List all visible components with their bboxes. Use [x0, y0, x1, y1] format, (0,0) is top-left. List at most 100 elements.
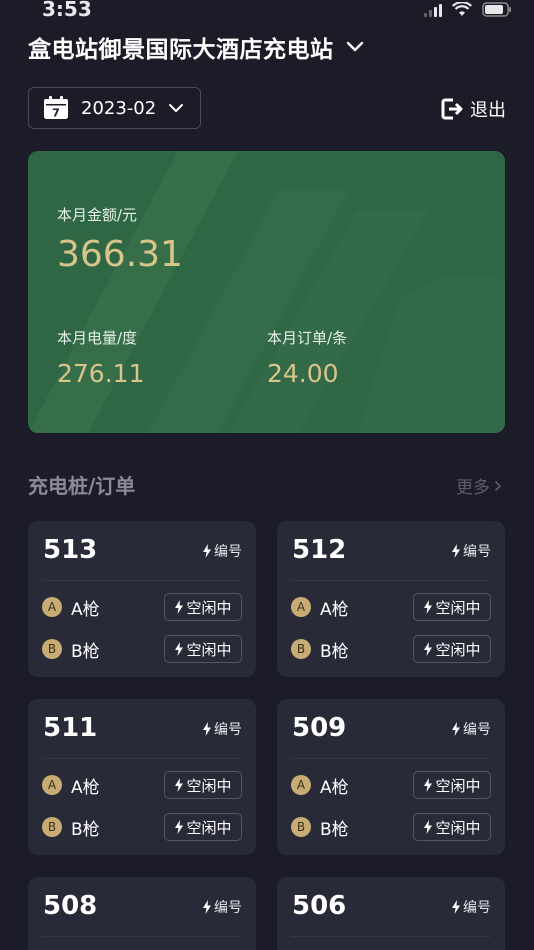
card-background-decoration [28, 151, 505, 433]
pile-card[interactable]: 513 编号 A A枪 空闲中 B B枪 空闲中 [28, 521, 256, 677]
pile-code-tag[interactable]: 编号 [202, 541, 242, 561]
divider [42, 758, 242, 759]
divider [291, 580, 491, 581]
gun-row[interactable]: A A枪 空闲中 [291, 592, 491, 622]
gun-status-badge: 空闲中 [413, 635, 491, 663]
station-selector[interactable]: 盒电站御景国际大酒店充电站 [28, 30, 364, 64]
code-label: 编号 [463, 900, 491, 916]
pile-card[interactable]: 511 编号 A A枪 空闲中 B B枪 空闲中 [28, 699, 256, 855]
chevron-down-icon [346, 41, 363, 52]
logout-icon [441, 98, 463, 120]
month-picker[interactable]: 7 2023-02 [28, 87, 201, 129]
cellular-signal-icon [424, 3, 442, 17]
gun-name: A枪 [71, 599, 100, 620]
chevron-right-icon [494, 480, 502, 491]
gun-badge: B [42, 639, 62, 659]
gun-status-badge: 空闲中 [164, 813, 242, 841]
lightning-icon [452, 722, 460, 736]
lightning-icon [424, 778, 433, 792]
gun-status-text: 空闲中 [186, 776, 232, 795]
gun-status-text: 空闲中 [435, 776, 481, 795]
monthly-amount-label: 本月金额/元 [57, 206, 138, 224]
gun-name: B枪 [71, 641, 100, 662]
gun-badge: A [42, 775, 62, 795]
wifi-icon [452, 2, 472, 16]
pile-code-tag[interactable]: 编号 [451, 541, 491, 561]
gun-status-badge: 空闲中 [413, 771, 491, 799]
lightning-icon [203, 544, 211, 558]
divider [42, 580, 242, 581]
gun-name: A枪 [71, 777, 100, 798]
gun-status-badge: 空闲中 [164, 593, 242, 621]
pile-id: 509 [292, 713, 347, 743]
pile-card[interactable]: 508 编号 [28, 877, 256, 950]
gun-name: B枪 [320, 819, 349, 840]
pile-card[interactable]: 512 编号 A A枪 空闲中 B B枪 空闲中 [277, 521, 505, 677]
lightning-icon [175, 600, 184, 614]
gun-row[interactable]: A A枪 空闲中 [291, 770, 491, 800]
pile-id: 511 [43, 713, 98, 743]
section-title: 充电桩/订单 [28, 474, 136, 498]
month-value: 2023-02 [81, 97, 157, 119]
gun-badge: B [291, 817, 311, 837]
divider [291, 758, 491, 759]
monthly-orders-label: 本月订单/条 [267, 329, 348, 347]
pile-code-tag[interactable]: 编号 [202, 719, 242, 739]
pile-code-tag[interactable]: 编号 [202, 897, 242, 917]
status-bar: 3:53 [0, 0, 534, 22]
pile-card[interactable]: 509 编号 A A枪 空闲中 B B枪 空闲中 [277, 699, 505, 855]
calendar-day: 7 [52, 107, 60, 120]
pile-id: 506 [292, 891, 347, 921]
monthly-orders-value: 24.00 [267, 359, 339, 388]
monthly-summary-card: 本月金额/元 366.31 本月电量/度 276.11 本月订单/条 24.00 [28, 151, 505, 433]
gun-status-badge: 空闲中 [164, 635, 242, 663]
gun-badge: A [42, 597, 62, 617]
lightning-icon [175, 642, 184, 656]
code-label: 编号 [463, 544, 491, 560]
pile-code-tag[interactable]: 编号 [451, 719, 491, 739]
gun-name: B枪 [71, 819, 100, 840]
gun-row[interactable]: B B枪 空闲中 [42, 812, 242, 842]
code-label: 编号 [214, 722, 242, 738]
gun-status-text: 空闲中 [435, 640, 481, 659]
logout-button[interactable]: 退出 [440, 96, 506, 122]
pile-card[interactable]: 506 编号 [277, 877, 505, 950]
status-time: 3:53 [42, 0, 92, 21]
pile-code-tag[interactable]: 编号 [451, 897, 491, 917]
gun-name: A枪 [320, 777, 349, 798]
monthly-energy-value: 276.11 [57, 359, 145, 388]
pile-id: 512 [292, 535, 347, 565]
lightning-icon [452, 900, 460, 914]
divider [291, 936, 491, 937]
pile-id: 513 [43, 535, 98, 565]
gun-name: A枪 [320, 599, 349, 620]
gun-badge: B [291, 639, 311, 659]
gun-row[interactable]: B B枪 空闲中 [291, 634, 491, 664]
gun-badge: A [291, 775, 311, 795]
more-link[interactable]: 更多 [456, 473, 502, 498]
chevron-down-icon [169, 104, 184, 112]
calendar-icon: 7 [44, 96, 68, 120]
monthly-amount-value: 366.31 [57, 234, 183, 275]
gun-row[interactable]: A A枪 空闲中 [42, 770, 242, 800]
gun-badge: B [42, 817, 62, 837]
code-label: 编号 [214, 544, 242, 560]
gun-row[interactable]: B B枪 空闲中 [291, 812, 491, 842]
gun-row[interactable]: A A枪 空闲中 [42, 592, 242, 622]
lightning-icon [175, 820, 184, 834]
lightning-icon [452, 544, 460, 558]
gun-name: B枪 [320, 641, 349, 662]
gun-status-text: 空闲中 [186, 640, 232, 659]
logout-label: 退出 [470, 100, 506, 121]
gun-status-text: 空闲中 [435, 598, 481, 617]
station-name: 盒电站御景国际大酒店充电站 [28, 37, 334, 63]
battery-icon [482, 2, 511, 17]
gun-status-badge: 空闲中 [413, 593, 491, 621]
lightning-icon [424, 600, 433, 614]
monthly-energy-label: 本月电量/度 [57, 329, 138, 347]
lightning-icon [424, 820, 433, 834]
more-label: 更多 [456, 478, 490, 498]
lightning-icon [203, 722, 211, 736]
gun-row[interactable]: B B枪 空闲中 [42, 634, 242, 664]
gun-status-badge: 空闲中 [164, 771, 242, 799]
